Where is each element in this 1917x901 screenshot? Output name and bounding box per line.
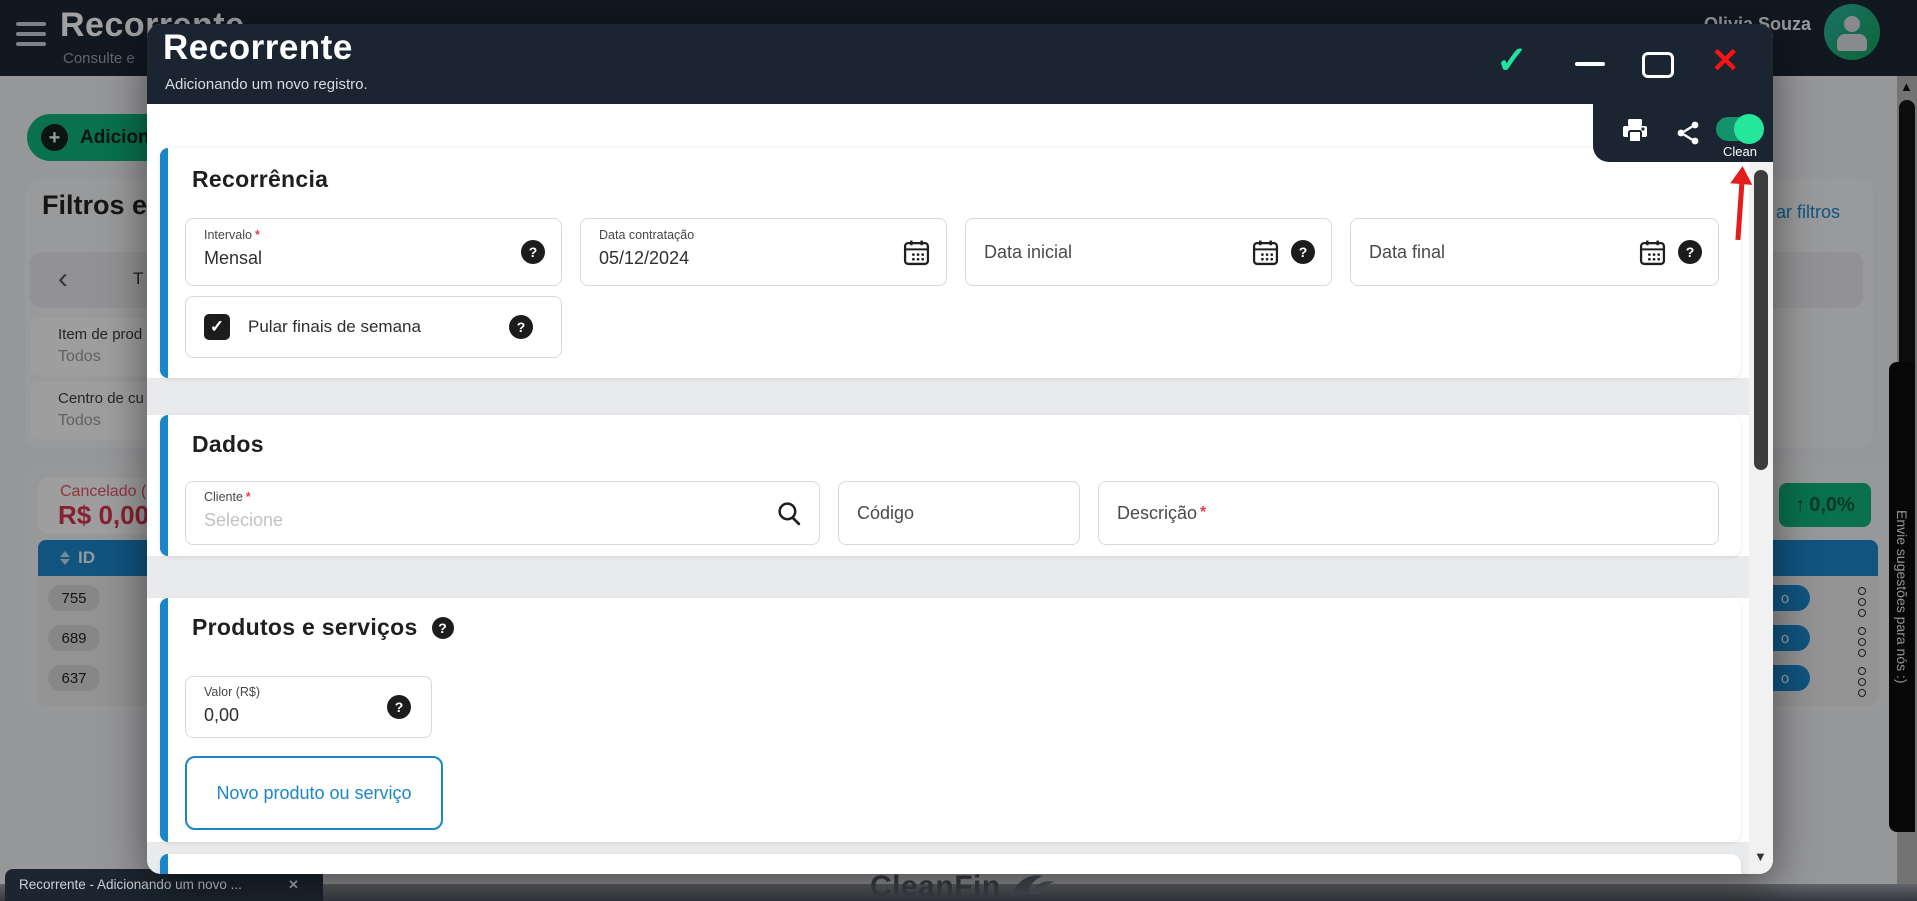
data-contratacao-field[interactable]: Data contratação 05/12/2024 bbox=[580, 218, 947, 286]
search-icon[interactable] bbox=[776, 500, 803, 527]
required-asterisk: * bbox=[1200, 504, 1207, 521]
codigo-field[interactable]: Código bbox=[838, 481, 1080, 545]
section-dados: Dados Cliente * Selecione Código Descriçã… bbox=[160, 415, 1741, 556]
cliente-field[interactable]: Cliente * Selecione bbox=[185, 481, 820, 545]
calendar-icon[interactable] bbox=[1252, 239, 1279, 266]
required-asterisk: * bbox=[254, 228, 260, 242]
taskbar-item-close-icon[interactable]: ✕ bbox=[288, 877, 299, 893]
recorrente-modal: Recorrente Adicionando um novo registro.… bbox=[147, 24, 1773, 874]
close-button[interactable]: ✕ bbox=[1711, 44, 1740, 78]
section-accent-bar bbox=[160, 415, 168, 556]
share-icon[interactable] bbox=[1675, 120, 1701, 146]
help-icon[interactable]: ? bbox=[1291, 240, 1315, 264]
section-title-produtos: Produtos e serviços bbox=[192, 614, 418, 640]
modal-title: Recorrente bbox=[163, 28, 353, 67]
descricao-field[interactable]: Descrição * bbox=[1098, 481, 1719, 545]
help-icon[interactable]: ? bbox=[521, 240, 545, 264]
calendar-icon[interactable] bbox=[1639, 239, 1666, 266]
maximize-button[interactable] bbox=[1642, 52, 1674, 78]
required-asterisk: * bbox=[245, 490, 251, 504]
taskbar-item-title: Recorrente - Adicionando um novo ... bbox=[19, 877, 242, 892]
modal-scroll-down-icon[interactable]: ▼ bbox=[1754, 850, 1767, 863]
cliente-placeholder: Selecione bbox=[204, 510, 284, 530]
pular-fds-checkbox-row: ✓ Pular finais de semana ? bbox=[185, 296, 562, 358]
section-accent-bar bbox=[160, 148, 168, 378]
modal-header: Recorrente Adicionando um novo registro.… bbox=[147, 24, 1773, 104]
section-produtos: Produtos e serviços ? Valor (R$) 0,00 ? … bbox=[160, 598, 1741, 842]
footer-logo-text: CleanFin bbox=[870, 870, 1001, 901]
help-icon[interactable]: ? bbox=[509, 315, 533, 339]
help-icon[interactable]: ? bbox=[431, 616, 454, 639]
modal-scrollbar-thumb[interactable] bbox=[1754, 170, 1768, 470]
data-final-field[interactable]: Data final ? bbox=[1350, 218, 1719, 286]
calendar-icon[interactable] bbox=[903, 239, 930, 266]
modal-toolbar: Clean bbox=[1593, 104, 1773, 162]
section-recorrencia: Recorrência Intervalo * Mensal ? Data con… bbox=[160, 148, 1741, 378]
app-root: Recorrente Consulte e Olivia Souza Admin… bbox=[0, 0, 1917, 901]
help-icon[interactable]: ? bbox=[1678, 240, 1702, 264]
data-inicial-field[interactable]: Data inicial ? bbox=[965, 218, 1332, 286]
print-icon[interactable] bbox=[1620, 118, 1650, 146]
section-title-dados: Dados bbox=[192, 431, 264, 457]
modal-subtitle: Adicionando um novo registro. bbox=[165, 76, 368, 93]
minimize-button[interactable] bbox=[1575, 62, 1605, 66]
valor-field[interactable]: Valor (R$) 0,00 ? bbox=[185, 676, 432, 738]
confirm-button[interactable]: ✓ bbox=[1496, 42, 1528, 80]
footer-logo-icon bbox=[1010, 875, 1055, 894]
checkbox-checked[interactable]: ✓ bbox=[204, 314, 230, 340]
novo-produto-button[interactable]: Novo produto ou serviço bbox=[185, 756, 443, 830]
clean-toggle-label: Clean bbox=[1723, 144, 1757, 159]
section-accent-bar bbox=[160, 598, 168, 842]
intervalo-field[interactable]: Intervalo * Mensal ? bbox=[185, 218, 562, 286]
section-title-recorrencia: Recorrência bbox=[192, 166, 329, 192]
help-icon[interactable]: ? bbox=[387, 695, 411, 719]
section-next-sliver bbox=[160, 854, 1741, 874]
clean-mode-toggle[interactable] bbox=[1716, 112, 1764, 146]
footer-logo: CleanFin bbox=[870, 870, 1057, 901]
